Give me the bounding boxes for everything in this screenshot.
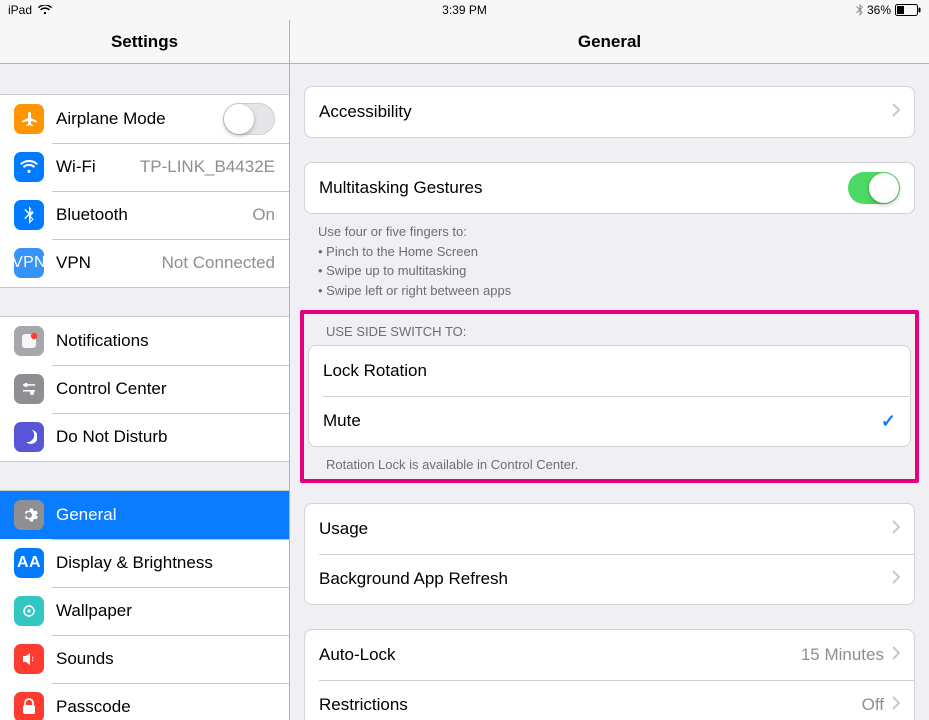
cell-mute[interactable]: Mute ✓ [309,396,910,446]
cell-auto-lock[interactable]: Auto-Lock 15 Minutes [305,630,914,680]
detail-title: General [290,20,929,63]
cell-accessibility[interactable]: Accessibility [305,87,914,137]
sidebar-item-label: Passcode [56,697,131,717]
bluetooth-icon [856,4,863,16]
cell-label: Multitasking Gestures [319,178,848,198]
sidebar-item-wifi[interactable]: Wi-Fi TP-LINK_B4432E [0,143,289,191]
sidebar-group-connectivity: Airplane Mode Wi-Fi TP-LINK_B4432E Bluet… [0,94,289,288]
annotation-highlight: Use Side Switch To: Lock Rotation Mute ✓… [300,310,919,483]
multitasking-footer-intro: Use four or five fingers to: [318,222,901,242]
vpn-icon: VPN [14,248,44,278]
sidebar-item-airplane-mode[interactable]: Airplane Mode [0,95,289,143]
sidebar-item-label: Wi-Fi [56,157,96,177]
sidebar-item-label: Wallpaper [56,601,132,621]
sidebar-item-sounds[interactable]: Sounds [0,635,289,683]
sidebar-item-wallpaper[interactable]: Wallpaper [0,587,289,635]
cell-label: Lock Rotation [323,361,896,381]
cell-label: Usage [319,519,892,539]
title-bar: Settings General [0,20,929,64]
cell-value: Off [862,695,884,715]
sidebar-item-label: Bluetooth [56,205,128,225]
gear-icon [14,500,44,530]
chevron-right-icon [892,569,900,589]
sidebar-item-vpn[interactable]: VPN VPN Not Connected [0,239,289,287]
side-switch-footer: Rotation Lock is available in Control Ce… [308,447,911,475]
notifications-icon [14,326,44,356]
sidebar-item-display-brightness[interactable]: AA Display & Brightness [0,539,289,587]
status-bar: iPad 3:39 PM 36% [0,0,929,20]
multitasking-footer: Use four or five fingers to: • Pinch to … [304,214,915,300]
cell-restrictions[interactable]: Restrictions Off [305,680,914,720]
cell-multitasking-gestures[interactable]: Multitasking Gestures [305,163,914,213]
cell-usage[interactable]: Usage [305,504,914,554]
chevron-right-icon [892,645,900,665]
cell-label: Background App Refresh [319,569,892,589]
chevron-right-icon [892,519,900,539]
cell-label: Accessibility [319,102,892,122]
sidebar-item-label: General [56,505,116,525]
airplane-mode-toggle[interactable] [223,103,275,135]
cell-value: 15 Minutes [801,645,884,665]
sidebar-item-label: VPN [56,253,91,273]
cell-background-app-refresh[interactable]: Background App Refresh [305,554,914,604]
control-center-icon [14,374,44,404]
sidebar-item-label: Display & Brightness [56,553,213,573]
sidebar-item-label: Sounds [56,649,114,669]
bluetooth-settings-icon [14,200,44,230]
sidebar-item-label: Notifications [56,331,149,351]
sidebar-item-bluetooth[interactable]: Bluetooth On [0,191,289,239]
airplane-icon [14,104,44,134]
sidebar-item-general[interactable]: General [0,491,289,539]
general-detail-panel: Accessibility Multitasking Gestures Use … [290,64,929,720]
cell-label: Mute [323,411,881,431]
sidebar-item-value: TP-LINK_B4432E [140,157,275,177]
wifi-settings-icon [14,152,44,182]
battery-icon [895,4,921,16]
side-switch-header: Use Side Switch To: [308,318,911,345]
cell-lock-rotation[interactable]: Lock Rotation [309,346,910,396]
checkmark-icon: ✓ [881,411,896,432]
sidebar-item-passcode[interactable]: Passcode [0,683,289,720]
cell-label: Auto-Lock [319,645,801,665]
chevron-right-icon [892,695,900,715]
sidebar-item-do-not-disturb[interactable]: Do Not Disturb [0,413,289,461]
wifi-icon [38,5,52,15]
device-label: iPad [8,3,32,17]
sidebar-item-label: Control Center [56,379,167,399]
sidebar-item-value: On [252,205,275,225]
sidebar-item-label: Do Not Disturb [56,427,167,447]
display-size-icon: AA [14,548,44,578]
sidebar-group-notifications: Notifications Control Center Do Not Dist… [0,316,289,462]
clock-label: 3:39 PM [442,3,487,17]
speaker-icon [14,644,44,674]
lock-icon [14,692,44,720]
sidebar-item-label: Airplane Mode [56,109,166,129]
wallpaper-icon [14,596,44,626]
chevron-right-icon [892,102,900,122]
sidebar-item-control-center[interactable]: Control Center [0,365,289,413]
settings-sidebar: Airplane Mode Wi-Fi TP-LINK_B4432E Bluet… [0,64,290,720]
moon-icon [14,422,44,452]
sidebar-item-notifications[interactable]: Notifications [0,317,289,365]
sidebar-item-value: Not Connected [162,253,275,273]
sidebar-title: Settings [0,20,290,63]
multitasking-gestures-toggle[interactable] [848,172,900,204]
sidebar-group-general: General AA Display & Brightness Wallpape… [0,490,289,720]
cell-label: Restrictions [319,695,862,715]
battery-percent-label: 36% [867,3,891,17]
